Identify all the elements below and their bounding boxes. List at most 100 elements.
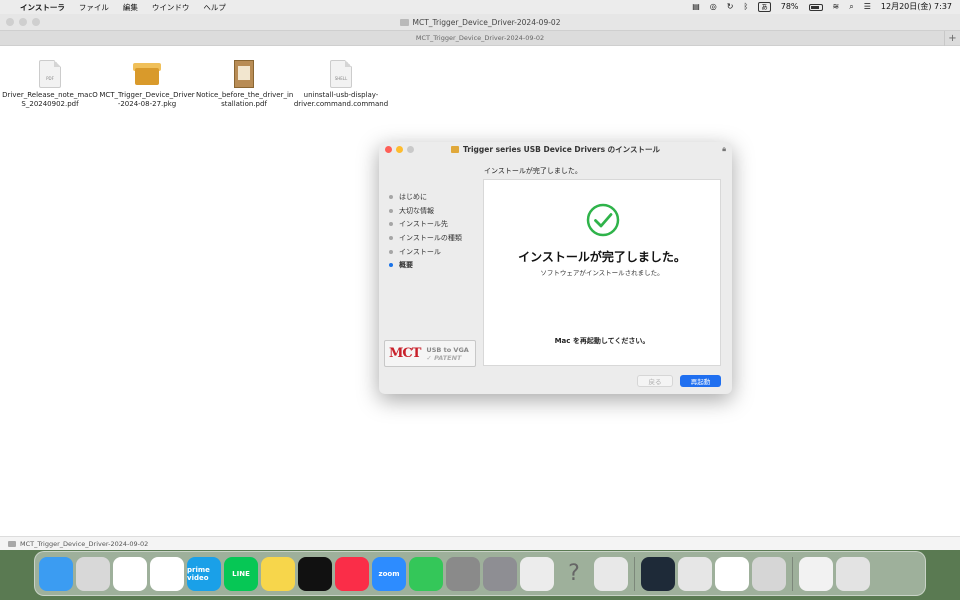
dock-notes-icon[interactable]: [261, 556, 295, 591]
complete-heading: インストールが完了しました。: [518, 250, 686, 264]
folder-icon: [399, 18, 409, 26]
file-item[interactable]: Notice_before_the_driver_in stallation.pd…: [196, 60, 294, 109]
dock-launchpad-icon[interactable]: [76, 556, 110, 591]
file-name: Notice_before_the_driver_in stallation.pd…: [196, 91, 294, 108]
dock-clock-icon[interactable]: [298, 556, 332, 591]
dock-automator-icon[interactable]: [446, 556, 480, 591]
control-center-icon[interactable]: ☰: [864, 2, 871, 12]
dock-system-settings-icon[interactable]: [483, 556, 517, 591]
step-summary: 概要: [389, 258, 479, 272]
step-bullet: [389, 194, 393, 199]
installer-content-pane: インストールが完了しました。 ソフトウェアがインストールされました。 Mac を…: [483, 179, 721, 366]
file-item[interactable]: SHELL uninstall-usb-display-driver.comma…: [293, 60, 389, 109]
menu-file[interactable]: ファイル: [79, 2, 109, 13]
checkmark-circle-icon: [586, 203, 620, 237]
dock-prime-video-icon[interactable]: prime video: [187, 556, 221, 591]
dock-calculator-icon[interactable]: [520, 556, 554, 591]
zoom-button: [407, 146, 414, 153]
file-name: uninstall-usb-display-driver.command.com…: [293, 91, 389, 108]
window-controls: [385, 146, 414, 153]
folder-icon: [8, 540, 16, 547]
pdf-doc-icon: PDF: [39, 60, 61, 88]
step-destination: インストール先: [389, 217, 479, 231]
shell-script-icon: SHELL: [330, 60, 352, 88]
installer-title: Trigger series USB Device Drivers のインストー…: [462, 145, 660, 154]
sync-icon[interactable]: ↻: [727, 2, 734, 12]
finder-window-title: MCT_Trigger_Device_Driver-2024-09-02: [412, 17, 561, 27]
dock-iphone-mirroring-icon[interactable]: [594, 556, 628, 591]
file-item[interactable]: MCT_Trigger_Device_Driver -2024-08-27.pkg: [99, 60, 195, 109]
close-button[interactable]: [6, 18, 14, 26]
step-installation: インストール: [389, 245, 479, 259]
package-icon: [133, 60, 161, 88]
dock-1password-icon[interactable]: [715, 556, 749, 591]
step-bullet: [389, 222, 393, 227]
step-installation-type: インストールの種類: [389, 231, 479, 245]
menu-window[interactable]: ウインドウ: [152, 2, 190, 13]
file-name: Driver_Release_note_macO S_20240902.pdf: [2, 91, 98, 108]
pdf-notebook-icon: [234, 60, 254, 88]
file-item[interactable]: PDF Driver_Release_note_macO S_20240902.p…: [2, 60, 98, 109]
battery-icon[interactable]: [808, 3, 823, 11]
package-icon: [450, 146, 459, 153]
dock-separator: [792, 556, 793, 591]
menu-help[interactable]: ヘルプ: [203, 2, 226, 13]
step-bullet-active: [389, 263, 393, 268]
logo-tagline: USB to VGA ✓ PATENT: [426, 345, 469, 362]
step-bullet: [389, 249, 393, 254]
menu-app-name[interactable]: インストーラ: [20, 2, 65, 13]
bluetooth-icon[interactable]: ᛒ: [743, 2, 748, 12]
menu-bar: インストーラ ファイル 編集 ウインドウ ヘルプ ▤ ◎ ↻ ᛒ あ 78% ≋…: [0, 0, 960, 14]
status-area: ▤ ◎ ↻ ᛒ あ 78% ≋ ⌕ ☰ 12月20日(金) 7:37: [692, 2, 952, 12]
dock-finder-icon[interactable]: [39, 556, 73, 591]
dock-zoom-icon[interactable]: zoom: [372, 556, 406, 591]
lock-icon[interactable]: 🔒︎: [722, 145, 726, 154]
path-bar-item[interactable]: MCT_Trigger_Device_Driver-2024-09-02: [20, 540, 148, 548]
new-tab-button[interactable]: +: [944, 31, 960, 46]
1password-menu-icon[interactable]: ◎: [710, 2, 717, 12]
finder-path-bar: MCT_Trigger_Device_Driver-2024-09-02: [0, 536, 960, 550]
vendor-logo: MCT USB to VGA ✓ PATENT: [384, 340, 476, 367]
dock-photos-icon[interactable]: [150, 556, 184, 591]
zoom-button[interactable]: [32, 18, 40, 26]
file-name: MCT_Trigger_Device_Driver -2024-08-27.pkg: [99, 91, 195, 108]
dock-quicktime-icon[interactable]: [678, 556, 712, 591]
dock-facetime-icon[interactable]: [409, 556, 443, 591]
close-button[interactable]: [385, 146, 392, 153]
dock-line-icon[interactable]: LINE: [224, 556, 258, 591]
menu-clock[interactable]: 12月20日(金) 7:37: [881, 2, 952, 12]
dock-trash-icon[interactable]: [836, 556, 870, 591]
battery-percent: 78%: [780, 2, 799, 11]
installer-steps: はじめに 大切な情報 インストール先 インストールの種類 インストール 概要: [389, 190, 479, 272]
dock: prime video LINE zoom?: [34, 551, 926, 596]
complete-subtext: ソフトウェアがインストールされました。: [540, 269, 664, 277]
spotlight-icon[interactable]: ⌕: [849, 2, 853, 12]
installer-titlebar[interactable]: Trigger series USB Device Drivers のインストー…: [379, 142, 732, 157]
window-controls: [6, 18, 40, 26]
finder-tab-bar: MCT_Trigger_Device_Driver-2024-09-02 +: [0, 30, 960, 46]
dock-music-icon[interactable]: [335, 556, 369, 591]
minimize-button[interactable]: [19, 18, 27, 26]
step-bullet: [389, 208, 393, 213]
dock-downloads-stack-icon[interactable]: [799, 556, 833, 591]
menu-edit[interactable]: 編集: [123, 2, 138, 13]
installer-header: インストールが完了しました。: [484, 167, 582, 175]
restart-note: Mac を再起動してください。: [554, 337, 650, 345]
restart-button[interactable]: 再起動: [680, 375, 721, 387]
dock-help-icon[interactable]: ?: [557, 557, 591, 591]
clipboard-icon[interactable]: ▤: [692, 2, 700, 12]
finder-titlebar[interactable]: MCT_Trigger_Device_Driver-2024-09-02: [0, 14, 960, 30]
step-bullet: [389, 235, 393, 240]
dock-filmora-icon[interactable]: [641, 556, 675, 591]
logo-brand: MCT: [389, 346, 421, 361]
dock-chrome-icon[interactable]: [113, 556, 147, 591]
dock-separator: [634, 556, 635, 591]
back-button[interactable]: 戻る: [637, 375, 673, 387]
minimize-button[interactable]: [396, 146, 403, 153]
dock-installer-icon[interactable]: [752, 556, 786, 591]
step-read-me: 大切な情報: [389, 204, 479, 218]
input-mode-indicator[interactable]: あ: [758, 2, 771, 12]
finder-tab[interactable]: MCT_Trigger_Device_Driver-2024-09-02: [416, 34, 544, 42]
wifi-icon[interactable]: ≋: [833, 2, 840, 12]
step-introduction: はじめに: [389, 190, 479, 204]
